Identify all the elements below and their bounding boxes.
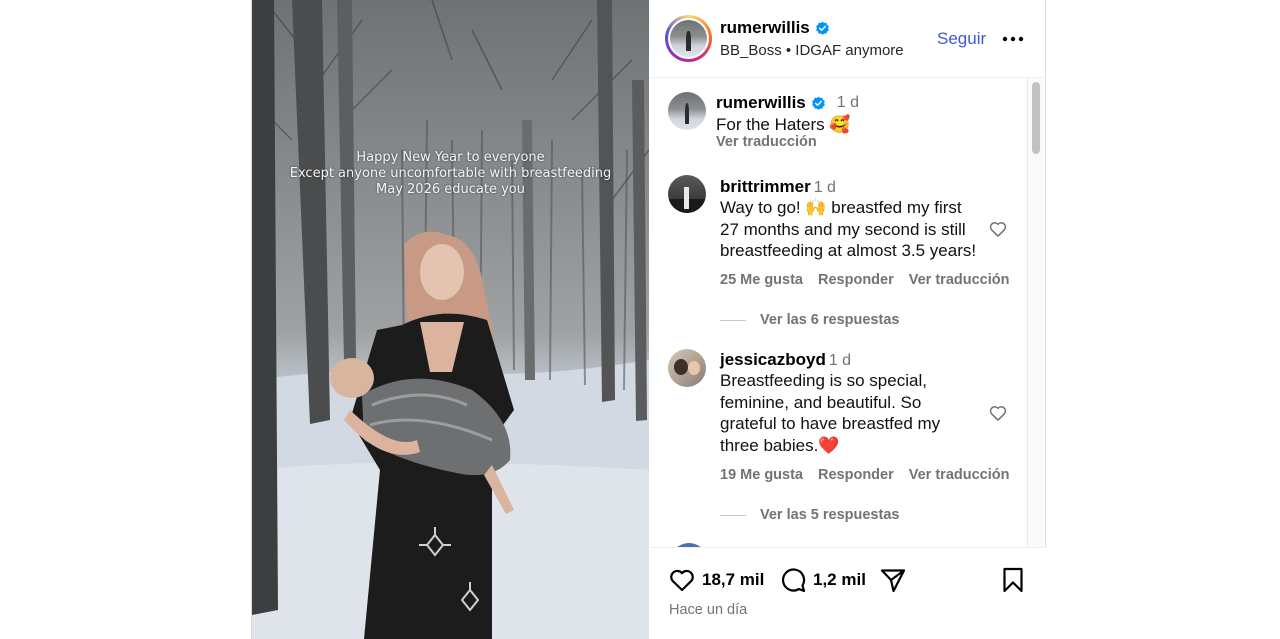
verified-badge-icon [815, 21, 829, 35]
comment-actions: 19 Me gusta Responder Ver traducción [720, 467, 1009, 483]
comment-line: Breastfeeding is so special, [720, 371, 927, 390]
author-subtitle[interactable]: BB_Boss • IDGAF anymore [720, 42, 904, 59]
caption-author-avatar[interactable] [668, 92, 706, 130]
avatar [670, 20, 707, 57]
author-username-row: rumerwillis [720, 18, 830, 38]
comment-like-heart-icon[interactable] [988, 403, 1008, 423]
post-timestamp[interactable]: Hace un día [669, 602, 747, 618]
scrollbar-thumb[interactable] [1032, 82, 1040, 154]
like-count[interactable]: 18,7 mil [702, 570, 764, 590]
post-header: rumerwillis BB_Boss • IDGAF anymore Segu… [650, 0, 1046, 78]
caption-text: For the Haters 🥰 [716, 115, 851, 134]
comment-username[interactable]: jessicazboyd [720, 350, 826, 369]
comment-header: brittrimmer 1 d [720, 177, 836, 197]
comment-text: Breastfeeding is so special, feminine, a… [720, 370, 940, 456]
comment-line: feminine, and beautiful. So [720, 392, 922, 412]
comment-author-avatar[interactable] [668, 349, 706, 387]
comment-reply-button[interactable]: Responder [818, 467, 894, 483]
comment-like-count[interactable]: 19 Me gusta [720, 467, 803, 483]
replies-divider [720, 514, 746, 516]
comment-bubble-icon[interactable] [779, 566, 807, 594]
like-heart-icon[interactable] [668, 566, 696, 594]
save-bookmark-icon[interactable] [999, 566, 1027, 594]
comments-scrollbar[interactable] [1027, 78, 1043, 547]
view-replies-button[interactable]: Ver las 5 respuestas [720, 507, 899, 523]
comment-translate-link[interactable]: Ver traducción [909, 272, 1010, 288]
comment-line: 27 months and my second is still [720, 219, 966, 239]
comment-like-count[interactable]: 25 Me gusta [720, 272, 803, 288]
caption-translate-link[interactable]: Ver traducción [716, 134, 817, 150]
comment-line: grateful to have breastfed my [720, 414, 941, 433]
overlay-line: Happy New Year to everyone [356, 150, 545, 165]
comment-line: Way to go! 🙌 breastfed my first [720, 198, 962, 217]
author-username[interactable]: rumerwillis [720, 18, 810, 38]
post-actions-footer: 18,7 mil 1,2 mil Hace un día [650, 547, 1046, 639]
comment-header: jessicazboyd 1 d [720, 350, 851, 370]
share-send-icon[interactable] [879, 566, 907, 594]
comment-translate-link[interactable]: Ver traducción [909, 467, 1010, 483]
replies-divider [720, 319, 746, 321]
comment-text: Way to go! 🙌 breastfed my first 27 month… [720, 197, 976, 262]
story-ring-avatar[interactable] [665, 15, 712, 62]
verified-badge-icon [811, 96, 825, 110]
view-replies-button[interactable]: Ver las 6 respuestas [720, 312, 899, 328]
comment-reply-button[interactable]: Responder [818, 272, 894, 288]
comment-time: 1 d [828, 352, 852, 369]
comment-username[interactable]: brittrimmer [720, 177, 811, 196]
comment-like-heart-icon[interactable] [988, 219, 1008, 239]
caption-time: 1 d [836, 94, 860, 111]
photo-illustration [252, 0, 649, 639]
comment-actions: 25 Me gusta Responder Ver traducción [720, 272, 1009, 288]
overlay-line: May 2026 educate you [376, 182, 525, 197]
comment-line: breastfeeding at almost 3.5 years! [720, 241, 977, 260]
caption-username[interactable]: rumerwillis [716, 93, 806, 113]
caption-header: rumerwillis 1 d [716, 93, 859, 113]
comment-line: three babies.❤️ [720, 435, 840, 455]
comment-author-avatar[interactable] [668, 175, 706, 213]
view-replies-label: Ver las 5 respuestas [760, 507, 900, 523]
photo-text-overlay: Happy New Year to everyone Except anyone… [252, 150, 649, 198]
comment-count[interactable]: 1,2 mil [813, 570, 866, 590]
comment-time: 1 d [813, 179, 836, 196]
instagram-post-dialog: Happy New Year to everyone Except anyone… [251, 0, 1046, 639]
overlay-line: Except anyone uncomfortable with breastf… [289, 166, 612, 181]
more-horizontal-icon[interactable] [1000, 26, 1026, 52]
view-replies-label: Ver las 6 respuestas [760, 312, 900, 328]
post-photo[interactable]: Happy New Year to everyone Except anyone… [252, 0, 649, 639]
comments-list[interactable]: rumerwillis 1 d For the Haters 🥰 Ver tra… [650, 78, 1046, 547]
follow-button[interactable]: Seguir [937, 29, 986, 49]
